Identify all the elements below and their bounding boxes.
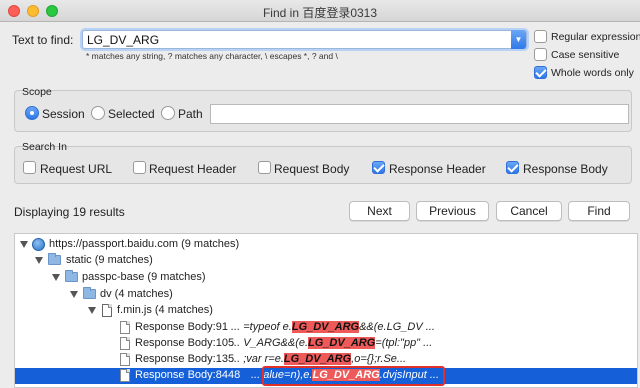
scope-selected-label: Selected	[108, 107, 155, 121]
request-url-label: Request URL	[40, 162, 113, 176]
window-title: Find in 百度登录0313	[262, 6, 378, 20]
folder-icon	[65, 270, 78, 282]
folder-label: passpc-base (9 matches)	[82, 271, 206, 283]
snippet-after: &&(e.LG_DV ...	[359, 321, 435, 333]
file-label: f.min.js (4 matches)	[117, 304, 213, 316]
results-tree[interactable]: https://passport.baidu.com (9 matches) s…	[14, 233, 638, 388]
tree-match-row[interactable]: Response Body:105 ... V_ARG&&(e.LG_DV_AR…	[15, 336, 637, 352]
path-input[interactable]	[210, 104, 629, 124]
match-snippet: ... =typeof e.LG_DV_ARG&&(e.LG_DV ...	[231, 321, 435, 333]
scope-session-radio[interactable]	[25, 106, 39, 120]
find-text-input[interactable]: LG_DV_ARG ▼	[82, 30, 527, 49]
globe-icon	[32, 238, 45, 251]
regex-label: Regular expression	[551, 31, 640, 43]
expand-triangle-icon[interactable]	[52, 274, 60, 281]
expand-triangle-icon[interactable]	[70, 291, 78, 298]
expand-triangle-icon[interactable]	[35, 257, 43, 264]
tree-static-row[interactable]: static (9 matches)	[15, 253, 637, 269]
scope-session-label: Session	[42, 107, 85, 121]
expand-triangle-icon[interactable]	[20, 241, 28, 248]
whole-words-label: Whole words only	[551, 67, 634, 79]
match-snippet: ... ;var r=e.LG_DV_ARG,o={};r.Se...	[231, 353, 406, 365]
snippet-after: =(tpl:"pp" ...	[375, 337, 433, 349]
tree-passpc-row[interactable]: passpc-base (9 matches)	[15, 270, 637, 286]
response-body-label: Response Body	[523, 162, 608, 176]
cancel-button[interactable]: Cancel	[496, 201, 562, 221]
wildcard-hint: * matches any string, ? matches any char…	[86, 51, 338, 61]
match-label: Response Body:135	[135, 353, 235, 365]
match-snippet: ... V_ARG&&(e.LG_DV_ARG=(tpl:"pp" ...	[231, 337, 432, 349]
tree-dv-row[interactable]: dv (4 matches)	[15, 287, 637, 303]
folder-icon	[48, 253, 61, 265]
document-icon	[120, 321, 130, 334]
expand-triangle-icon[interactable]	[88, 307, 96, 314]
tree-host-row[interactable]: https://passport.baidu.com (9 matches)	[15, 237, 637, 253]
find-button[interactable]: Find	[568, 201, 630, 221]
request-header-label: Request Header	[149, 162, 237, 176]
text-to-find-label: Text to find:	[12, 33, 74, 47]
document-icon	[120, 337, 130, 350]
response-header-label: Response Header	[389, 162, 486, 176]
snippet-before: ... ;var r=e.	[231, 353, 284, 365]
regex-checkbox[interactable]	[534, 30, 547, 43]
host-label: https://passport.baidu.com (9 matches)	[49, 238, 240, 250]
document-icon	[120, 353, 130, 366]
folder-label: static (9 matches)	[66, 254, 153, 266]
case-sensitive-checkbox[interactable]	[534, 48, 547, 61]
results-summary: Displaying 19 results	[14, 205, 125, 219]
history-dropdown-button[interactable]: ▼	[511, 30, 526, 49]
request-header-checkbox[interactable]	[133, 161, 146, 174]
match-label: Response Body:91	[135, 321, 228, 333]
snippet-before: ... V_ARG&&(e.	[231, 337, 309, 349]
scope-selected-radio[interactable]	[91, 106, 105, 120]
response-body-checkbox[interactable]	[506, 161, 519, 174]
match-label: Response Body:105	[135, 337, 235, 349]
scope-path-radio[interactable]	[161, 106, 175, 120]
tree-match-row[interactable]: Response Body:91 ... =typeof e.LG_DV_ARG…	[15, 320, 637, 336]
request-url-checkbox[interactable]	[23, 161, 36, 174]
folder-label: dv (4 matches)	[100, 288, 173, 300]
snippet-match: LG_DV_ARG	[291, 321, 360, 333]
snippet-before: ... =typeof e.	[231, 321, 292, 333]
previous-button[interactable]: Previous	[416, 201, 489, 221]
snippet-match: LG_DV_ARG	[283, 353, 352, 365]
match-label: Response Body:8448	[135, 369, 241, 381]
request-body-checkbox[interactable]	[258, 161, 271, 174]
document-icon	[120, 369, 130, 382]
scope-title: Scope	[22, 86, 52, 98]
find-text-value: LG_DV_ARG	[87, 33, 160, 47]
js-file-icon	[102, 304, 112, 317]
tree-file-row[interactable]: f.min.js (4 matches)	[15, 303, 637, 319]
search-in-title: Search In	[22, 141, 67, 153]
title-bar: Find in 百度登录0313	[0, 0, 640, 22]
snippet-match: LG_DV_ARG	[308, 337, 376, 349]
response-header-checkbox[interactable]	[372, 161, 385, 174]
annotation-highlight-box	[262, 366, 445, 386]
request-body-label: Request Body	[274, 162, 350, 176]
whole-words-checkbox[interactable]	[534, 66, 547, 79]
folder-icon	[83, 287, 96, 299]
next-button[interactable]: Next	[349, 201, 410, 221]
scope-path-label: Path	[178, 107, 203, 121]
case-sensitive-label: Case sensitive	[551, 49, 620, 61]
snippet-after: ,o={};r.Se...	[351, 353, 407, 365]
